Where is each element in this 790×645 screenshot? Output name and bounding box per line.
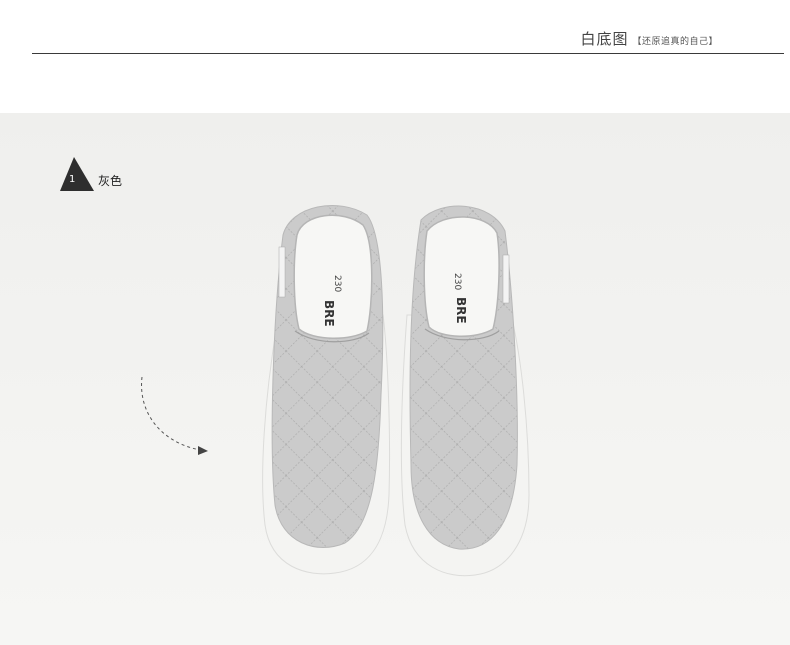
header-title-group: 白底图 【还原追真的自己】	[580, 28, 718, 49]
badge-triangle-icon	[60, 157, 94, 191]
header-title: 白底图	[580, 30, 629, 48]
header-subtitle: 【还原追真的自己】	[632, 37, 718, 47]
header-divider	[32, 53, 784, 54]
page-header: 白底图 【还原追真的自己】	[0, 0, 790, 113]
svg-text:BRE: BRE	[454, 297, 468, 324]
left-shoe-image: 230 BRE	[262, 204, 391, 575]
right-shoe-image: 230 BRE	[400, 205, 530, 577]
svg-text:BRE: BRE	[322, 300, 336, 327]
variant-number: 1	[69, 174, 76, 185]
curved-arrow-icon	[141, 376, 208, 455]
svg-text:230: 230	[452, 273, 462, 290]
svg-text:230: 230	[332, 275, 342, 292]
color-label: 灰色	[98, 174, 123, 188]
